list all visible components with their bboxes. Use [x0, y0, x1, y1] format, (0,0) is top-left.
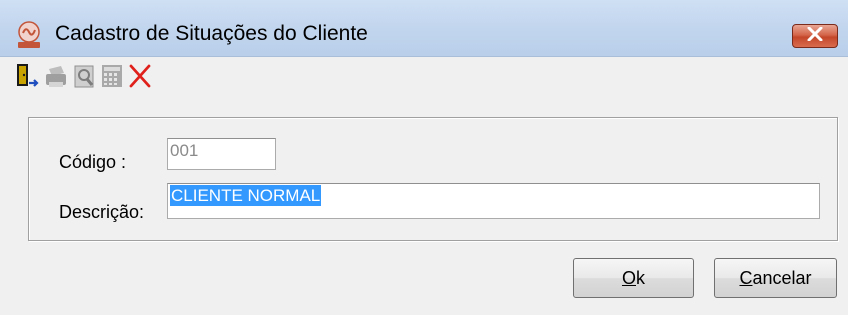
cancel-mnemonic: C: [739, 267, 753, 288]
delete-button[interactable]: [127, 63, 153, 93]
delete-x-icon: [127, 61, 153, 96]
exit-button[interactable]: [14, 63, 40, 93]
codigo-label: Código :: [59, 152, 127, 172]
calculator-icon: [99, 61, 125, 96]
title-bar[interactable]: Cadastro de Situações do Cliente: [0, 0, 848, 57]
app-logo-icon: [14, 20, 44, 50]
printer-icon: [43, 61, 69, 96]
codigo-value: 001: [170, 141, 199, 160]
ok-button[interactable]: Ok: [573, 258, 694, 298]
close-button[interactable]: [792, 24, 838, 48]
ok-mnemonic: O: [621, 267, 636, 288]
descricao-label: Descrição:: [59, 202, 145, 222]
print-preview-icon: [71, 61, 97, 96]
exit-door-icon: [14, 61, 40, 96]
cancel-button[interactable]: Cancelar: [714, 258, 837, 298]
preview-button[interactable]: [71, 63, 97, 93]
codigo-field[interactable]: 001: [167, 138, 276, 170]
close-icon: [807, 26, 823, 46]
form-groupbox: [28, 117, 838, 241]
dialog-window: Cadastro de Situações do Cliente Código …: [0, 0, 848, 315]
cancel-label-rest: ancelar: [752, 267, 812, 288]
toolbar: [0, 57, 848, 101]
window-title: Cadastro de Situações do Cliente: [55, 22, 368, 45]
print-button[interactable]: [43, 63, 69, 93]
ok-label-rest: k: [636, 267, 645, 288]
descricao-field[interactable]: CLIENTE NORMAL: [167, 183, 820, 219]
descricao-value: CLIENTE NORMAL: [170, 185, 322, 206]
calculator-button[interactable]: [99, 63, 125, 93]
